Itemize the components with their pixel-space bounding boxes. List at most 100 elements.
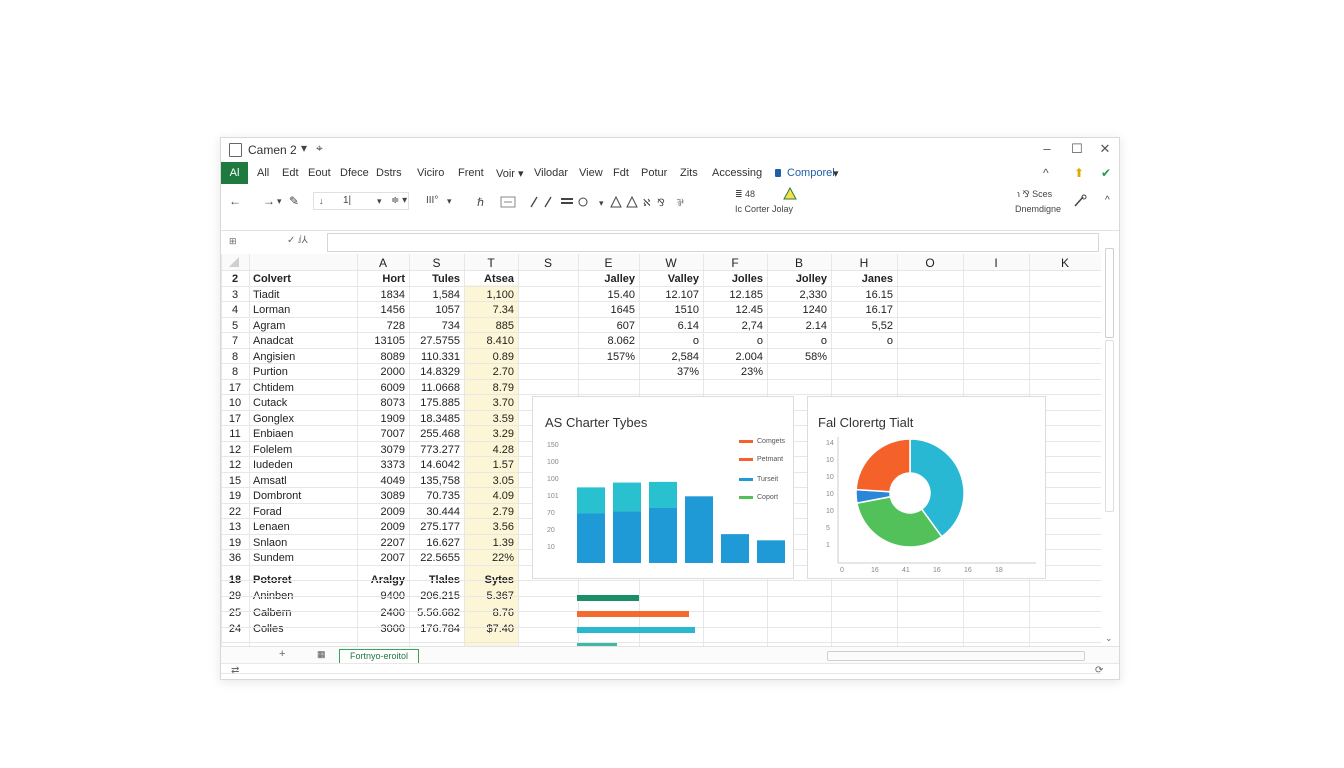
sort-group-label[interactable]: Dnemdigne [1015,204,1061,214]
sort-icon[interactable]: ℵ [643,198,651,209]
grid-cell[interactable]: 3.70 [468,397,514,409]
rotate-icon[interactable] [578,197,588,207]
undo-icon[interactable]: ← [229,194,241,208]
grid-cell[interactable]: 255.468 [413,428,460,440]
grid-cell[interactable]: 16.15 [835,289,893,301]
column-header[interactable]: S [409,256,464,270]
grid-cell[interactable]: 5.56.682 [413,607,460,619]
minimize-button[interactable]: – [1037,141,1057,156]
column-header[interactable]: F [703,256,767,270]
font-size-box[interactable]: 1| [343,195,351,206]
find-icon[interactable] [1073,194,1087,208]
column-header[interactable]: I [963,256,1029,270]
bar[interactable] [757,540,785,563]
column-header[interactable]: O [897,256,963,270]
grid-cell[interactable]: 2.004 [707,351,763,363]
grid-cell[interactable]: Forad [253,506,353,518]
menu-item[interactable]: View [579,167,603,179]
grid-cell[interactable]: 3.59 [468,413,514,425]
dropdown-icon[interactable]: ▾ [599,198,604,208]
bar[interactable] [649,481,677,508]
column-header[interactable]: T [464,256,518,270]
filter-icon[interactable]: ⅋ [657,198,665,209]
pie-slice[interactable] [855,438,911,493]
font-size-step-icon[interactable]: ≑ ▾ [391,195,407,206]
grid-cell[interactable]: 2207 [361,537,405,549]
grid-cell[interactable]: Agram [253,320,353,332]
bar[interactable] [721,534,749,563]
grid-cell[interactable]: 1057 [413,304,460,316]
vertical-scrollbar[interactable]: ⌄ [1103,242,1115,647]
grid-cell[interactable]: o [643,335,699,347]
grid-cell[interactable]: 1909 [361,413,405,425]
grid-cell[interactable]: 8.062 [582,335,635,347]
add-sheet-button[interactable]: + [279,648,285,660]
grid-cell[interactable]: 1645 [582,304,635,316]
column-header[interactable]: K [1029,256,1101,270]
menu-item[interactable]: Frent [458,167,484,179]
grid-cell[interactable]: 1456 [361,304,405,316]
grid-cell[interactable]: 12.45 [707,304,763,316]
horizontal-bar[interactable] [577,627,695,633]
grid-cell[interactable]: Tules [413,273,460,285]
font-color-icon[interactable]: ℏ [477,197,484,209]
scroll-down-icon[interactable]: ⌄ [1105,633,1113,644]
grid-cell[interactable]: Chtidem [253,382,353,394]
grid-cell[interactable]: 1,100 [468,289,514,301]
grid-cell[interactable]: 2.70 [468,366,514,378]
grid-cell[interactable]: Purtion [253,366,353,378]
font-dropdown-icon[interactable]: ↓ [319,196,324,206]
grid-cell[interactable]: 3.56 [468,521,514,533]
menu-item[interactable]: Fdt [613,167,629,179]
name-box[interactable]: ⊞ [229,236,237,247]
grid-cell[interactable]: 22.5655 [413,552,460,564]
horizontal-bar[interactable] [577,611,689,617]
grid-cell[interactable]: Janes [835,273,893,285]
grid-cell[interactable]: Snlaon [253,537,353,549]
grid-cell[interactable]: 7007 [361,428,405,440]
grid-cell[interactable]: 135,758 [413,475,460,487]
grid-cell[interactable]: 2,584 [643,351,699,363]
grid-cell[interactable]: 14.8329 [413,366,460,378]
collapse-ribbon-icon[interactable]: ^ [1043,166,1049,180]
grid-cell[interactable]: 27.5755 [413,335,460,347]
grid-cell[interactable]: 13105 [361,335,405,347]
check-icon[interactable]: ✔ [1101,166,1111,180]
close-button[interactable]: ✕ [1095,141,1115,157]
grid-cell[interactable]: o [771,335,827,347]
menu-item[interactable]: Viciro [417,167,444,179]
grid-cell[interactable]: Valley [643,273,699,285]
grid-cell[interactable]: 12.107 [643,289,699,301]
column-header[interactable]: A [357,256,409,270]
bar-chart[interactable]: AS Charter Tybes 150 100 100 101 70 20 10 Comget… [532,396,794,579]
grid-cell[interactable]: 1,584 [413,289,460,301]
pin-icon[interactable]: ⌖ [316,141,323,156]
grid-cell[interactable]: 2,330 [771,289,827,301]
menu-item[interactable]: Potur [641,167,667,179]
grid-cell[interactable]: 12.185 [707,289,763,301]
horizontal-bar[interactable] [577,595,639,601]
ribbon-collapse-icon[interactable]: ^ [1105,195,1110,206]
number-format-icon[interactable]: III° [426,195,438,206]
grid-cell[interactable]: 7.34 [468,304,514,316]
font-size-dropdown-icon[interactable]: ▾ [377,196,382,207]
grid-cell[interactable]: 70.735 [413,490,460,502]
grid-cell[interactable]: 2007 [361,552,405,564]
pen-icon[interactable] [530,196,538,208]
grid-cell[interactable]: 2,74 [707,320,763,332]
scroll-thumb[interactable] [1105,248,1114,338]
grid-cell[interactable]: 58% [771,351,827,363]
grid-cell[interactable]: 728 [361,320,405,332]
bar[interactable] [613,482,641,512]
triangle-icon[interactable] [610,195,622,208]
menu-item[interactable]: Dfece [340,167,369,179]
formula-icons[interactable]: ✓ ⅈ⅄ [287,235,308,246]
grid-cell[interactable]: 607 [582,320,635,332]
menu-item[interactable]: Accessing [712,167,762,179]
grid-cell[interactable]: $7.40 [468,623,514,635]
fill-icon[interactable] [626,195,638,208]
grid-cell[interactable]: 1834 [361,289,405,301]
horizontal-bar-chart[interactable] [571,593,711,653]
grid-cell[interactable]: 1.39 [468,537,514,549]
grid-cell[interactable]: 157% [582,351,635,363]
